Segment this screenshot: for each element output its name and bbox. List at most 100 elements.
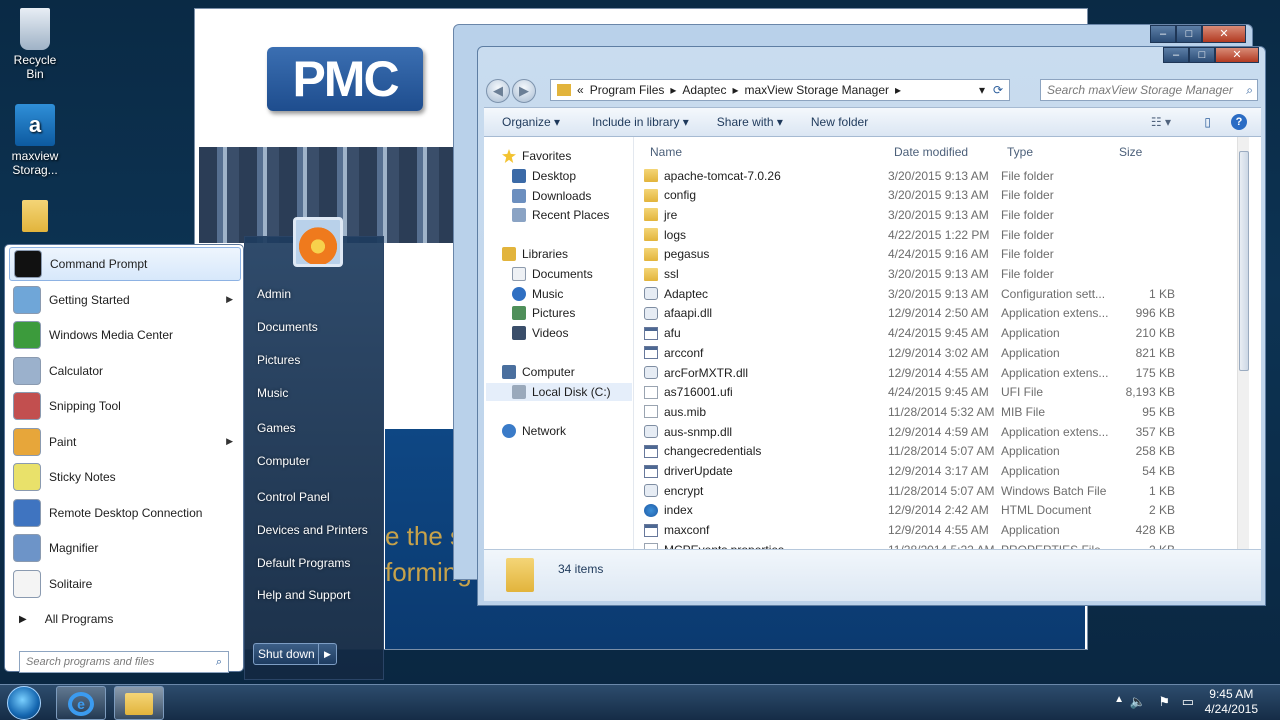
start-place-item[interactable]: Control Panel: [257, 490, 330, 504]
minimize-button[interactable]: –: [1150, 25, 1176, 43]
nav-libraries[interactable]: Libraries: [502, 245, 568, 263]
share-with-button[interactable]: Share with ▾: [717, 115, 783, 129]
scrollbar-thumb[interactable]: [1239, 151, 1249, 371]
start-program-item[interactable]: Paint ▶: [9, 425, 241, 459]
file-row[interactable]: ssl 3/20/2015 9:13 AM File folder: [644, 265, 1244, 284]
start-program-item[interactable]: Magnifier: [9, 531, 241, 565]
file-row[interactable]: arcconf 12/9/2014 3:02 AM Application 821 K…: [644, 343, 1244, 362]
file-row[interactable]: maxconf 12/9/2014 4:55 AM Application 428 K…: [644, 521, 1244, 540]
start-program-item[interactable]: Sticky Notes: [9, 460, 241, 494]
breadcrumb-program-files[interactable]: Program Files: [590, 83, 665, 97]
file-row[interactable]: aus-snmp.dll 12/9/2014 4:59 AM Application…: [644, 422, 1244, 441]
taskbar-internet-explorer[interactable]: e: [56, 686, 106, 720]
start-place-item[interactable]: Music: [257, 386, 288, 400]
breadcrumb-maxview[interactable]: maxView Storage Manager: [744, 83, 889, 97]
start-program-item[interactable]: Snipping Tool: [9, 389, 241, 423]
network-tray-icon[interactable]: ▭: [1182, 694, 1194, 710]
start-place-item[interactable]: Documents: [257, 320, 318, 334]
start-button[interactable]: [2, 686, 46, 720]
start-program-item[interactable]: Solitaire: [9, 567, 241, 601]
close-button[interactable]: ✕: [1215, 47, 1259, 63]
volume-icon[interactable]: 🔈: [1130, 694, 1146, 710]
start-place-item[interactable]: Devices and Printers: [257, 523, 368, 537]
start-program-item[interactable]: Remote Desktop Connection: [9, 496, 241, 530]
file-row[interactable]: driverUpdate 12/9/2014 3:17 AM Application…: [644, 462, 1244, 481]
maximize-button[interactable]: □: [1176, 25, 1202, 43]
nav-local-disk[interactable]: Local Disk (C:): [486, 383, 632, 401]
file-row[interactable]: Adaptec 3/20/2015 9:13 AM Configuration se…: [644, 284, 1244, 303]
start-program-item[interactable]: Calculator: [9, 354, 241, 388]
file-row[interactable]: encrypt 11/28/2014 5:07 AM Windows Batch F…: [644, 481, 1244, 500]
file-row[interactable]: apache-tomcat-7.0.26 3/20/2015 9:13 AM Fil…: [644, 166, 1244, 185]
preview-pane-icon[interactable]: ▯: [1204, 115, 1211, 129]
breadcrumb-adaptec[interactable]: Adaptec: [682, 83, 726, 97]
nav-desktop[interactable]: Desktop: [512, 167, 576, 185]
column-header-name[interactable]: Name: [650, 145, 682, 159]
new-folder-button[interactable]: New folder: [811, 115, 868, 129]
file-row[interactable]: logs 4/22/2015 1:22 PM File folder: [644, 225, 1244, 244]
file-row[interactable]: index 12/9/2014 2:42 AM HTML Document 2 KB: [644, 501, 1244, 520]
taskbar-windows-explorer[interactable]: [114, 686, 164, 720]
file-row[interactable]: jre 3/20/2015 9:13 AM File folder: [644, 205, 1244, 224]
minimize-button[interactable]: –: [1163, 47, 1189, 63]
start-place-item[interactable]: Computer: [257, 454, 310, 468]
column-header-date[interactable]: Date modified: [894, 145, 968, 159]
maximize-button[interactable]: □: [1189, 47, 1215, 63]
desktop-icon-maxview[interactable]: a maxview Storag...: [4, 104, 66, 177]
show-hidden-icons[interactable]: ▲: [1114, 694, 1124, 705]
start-program-item[interactable]: Command Prompt: [9, 247, 241, 281]
nav-computer[interactable]: Computer: [502, 363, 575, 381]
search-input[interactable]: Search maxView Storage Manager ⌕: [1040, 79, 1258, 101]
organize-button[interactable]: Organize ▾: [502, 115, 560, 129]
forward-button[interactable]: ▶: [512, 79, 536, 103]
view-options-icon[interactable]: ☷ ▾: [1151, 115, 1171, 129]
nav-recent-places[interactable]: Recent Places: [512, 206, 609, 224]
start-program-item[interactable]: Windows Media Center: [9, 318, 241, 352]
nav-network[interactable]: Network: [502, 422, 566, 440]
desktop-icon-folder[interactable]: [4, 200, 66, 235]
file-row[interactable]: arcForMXTR.dll 12/9/2014 4:55 AM Applicati…: [644, 363, 1244, 382]
file-row[interactable]: afaapi.dll 12/9/2014 2:50 AM Application e…: [644, 304, 1244, 323]
start-place-item[interactable]: Games: [257, 421, 296, 435]
file-size: 1 KB: [1148, 286, 1175, 301]
refresh-icon[interactable]: ⟳: [993, 83, 1003, 97]
pmc-tagline-1: e the s: [385, 521, 464, 551]
file-row[interactable]: pegasus 4/24/2015 9:16 AM File folder: [644, 245, 1244, 264]
start-place-item[interactable]: Admin: [257, 287, 291, 301]
shutdown-options-icon[interactable]: ▶: [318, 644, 336, 664]
file-row[interactable]: as716001.ufi 4/24/2015 9:45 AM UFI File 8,1…: [644, 383, 1244, 402]
column-header-size[interactable]: Size: [1119, 145, 1142, 159]
column-header-type[interactable]: Type: [1007, 145, 1033, 159]
close-button[interactable]: ✕: [1202, 25, 1246, 43]
file-row[interactable]: config 3/20/2015 9:13 AM File folder: [644, 186, 1244, 205]
start-program-item[interactable]: Getting Started ▶: [9, 283, 241, 317]
back-button[interactable]: ◀: [486, 79, 510, 103]
file-row[interactable]: aus.mib 11/28/2014 5:32 AM MIB File 95 KB: [644, 402, 1244, 421]
desktop-icon-recycle-bin[interactable]: Recycle Bin: [4, 8, 66, 81]
nav-pictures[interactable]: Pictures: [512, 304, 575, 322]
address-dropdown-icon[interactable]: ▾: [979, 83, 985, 97]
start-place-item[interactable]: Default Programs: [257, 556, 350, 570]
address-bar[interactable]: « Program Files ▸ Adaptec ▸ maxView Stor…: [550, 79, 1010, 101]
application-icon: [644, 346, 658, 360]
all-programs-button[interactable]: ▶ All Programs: [9, 607, 241, 631]
nav-documents[interactable]: Documents: [512, 265, 593, 283]
start-place-item[interactable]: Pictures: [257, 353, 300, 367]
file-row[interactable]: afu 4/24/2015 9:45 AM Application 210 KB: [644, 324, 1244, 343]
clock[interactable]: 9:45 AM 4/24/2015: [1205, 687, 1258, 717]
include-in-library-button[interactable]: Include in library ▾: [592, 115, 689, 129]
start-search-input[interactable]: Search programs and files ⌕: [19, 651, 229, 673]
nav-videos[interactable]: Videos: [512, 324, 568, 342]
file-row[interactable]: MCPEvents.properties11/28/2014 5:22 AMPR…: [644, 540, 1244, 549]
nav-favorites[interactable]: Favorites: [502, 147, 571, 165]
html-document-icon: [644, 503, 658, 517]
nav-downloads[interactable]: Downloads: [512, 187, 591, 205]
action-center-icon[interactable]: ⚑: [1158, 694, 1170, 710]
file-row[interactable]: changecredentials 11/28/2014 5:07 AM Appli…: [644, 442, 1244, 461]
start-place-item[interactable]: Help and Support: [257, 588, 350, 602]
vertical-scrollbar[interactable]: [1237, 137, 1249, 549]
shutdown-button[interactable]: Shut down ▶: [253, 643, 337, 665]
nav-music[interactable]: Music: [512, 285, 563, 303]
help-icon[interactable]: ?: [1231, 114, 1247, 130]
user-picture[interactable]: [293, 217, 343, 267]
